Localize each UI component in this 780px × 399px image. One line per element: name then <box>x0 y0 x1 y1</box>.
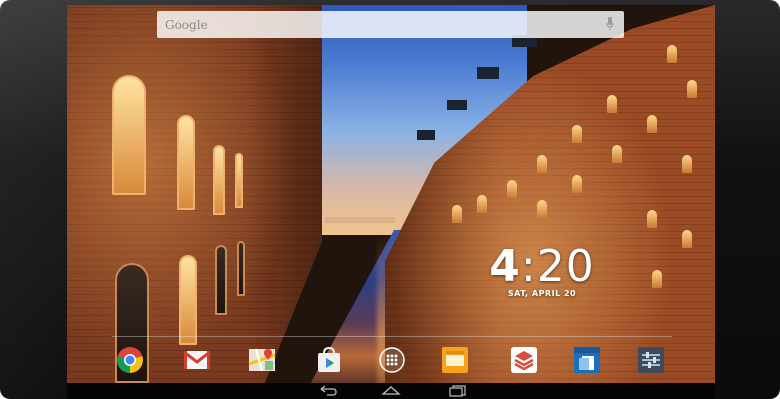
home-screen: Google 4:20 SAT, APRIL 20 <box>67 5 715 399</box>
mic-icon[interactable] <box>606 17 614 31</box>
roof-dormer <box>417 130 435 140</box>
window <box>537 155 547 173</box>
gmail-icon <box>183 350 211 369</box>
window <box>612 145 622 163</box>
window <box>235 153 243 208</box>
slides-icon <box>442 347 468 373</box>
google-logo: Google <box>165 17 208 32</box>
window <box>572 125 582 143</box>
clock-hour: 4 <box>489 241 521 292</box>
window <box>215 245 227 315</box>
maps-icon <box>248 348 276 372</box>
window <box>687 80 697 98</box>
maps-app[interactable] <box>248 346 276 374</box>
gmail-app[interactable] <box>183 346 211 374</box>
app-drawer-icon <box>379 347 405 373</box>
toshiba-file-app[interactable] <box>573 346 601 374</box>
window <box>647 115 657 133</box>
settings-app[interactable] <box>637 346 665 374</box>
window <box>452 205 462 223</box>
slides-app[interactable] <box>441 346 469 374</box>
window <box>477 195 487 213</box>
todoist-app[interactable] <box>510 346 538 374</box>
window <box>507 180 517 198</box>
dock-divider <box>112 336 672 337</box>
google-search-bar[interactable]: Google <box>157 11 624 38</box>
recents-icon[interactable] <box>447 385 469 397</box>
wallpaper <box>67 5 715 399</box>
window <box>682 230 692 248</box>
roof-dormer <box>477 67 499 79</box>
clock-minute: 20 <box>536 241 595 292</box>
window <box>607 95 617 113</box>
window <box>647 210 657 228</box>
toshiba-file-icon <box>574 347 600 373</box>
window <box>652 270 662 288</box>
window <box>237 241 245 296</box>
wallpaper-bridge <box>325 217 395 223</box>
window <box>682 155 692 173</box>
window <box>177 115 195 210</box>
navigation-bar <box>67 383 715 399</box>
clock-time: 4:20 <box>487 243 597 291</box>
window <box>112 75 146 195</box>
back-icon[interactable] <box>317 385 339 397</box>
window <box>179 255 197 345</box>
play-store-app[interactable] <box>315 346 343 374</box>
window <box>537 200 547 218</box>
settings-icon <box>638 347 664 373</box>
home-icon[interactable] <box>380 385 402 397</box>
todoist-icon <box>511 347 537 373</box>
window <box>667 45 677 63</box>
app-drawer-button[interactable] <box>378 346 406 374</box>
roof-dormer <box>447 100 467 110</box>
window <box>213 145 225 215</box>
app-dock <box>67 341 715 383</box>
window <box>572 175 582 193</box>
clock-widget[interactable]: 4:20 SAT, APRIL 20 <box>487 243 597 299</box>
clock-separator: : <box>520 241 537 292</box>
chrome-icon <box>117 347 143 373</box>
chrome-app[interactable] <box>116 346 144 374</box>
play-store-icon <box>318 346 340 372</box>
